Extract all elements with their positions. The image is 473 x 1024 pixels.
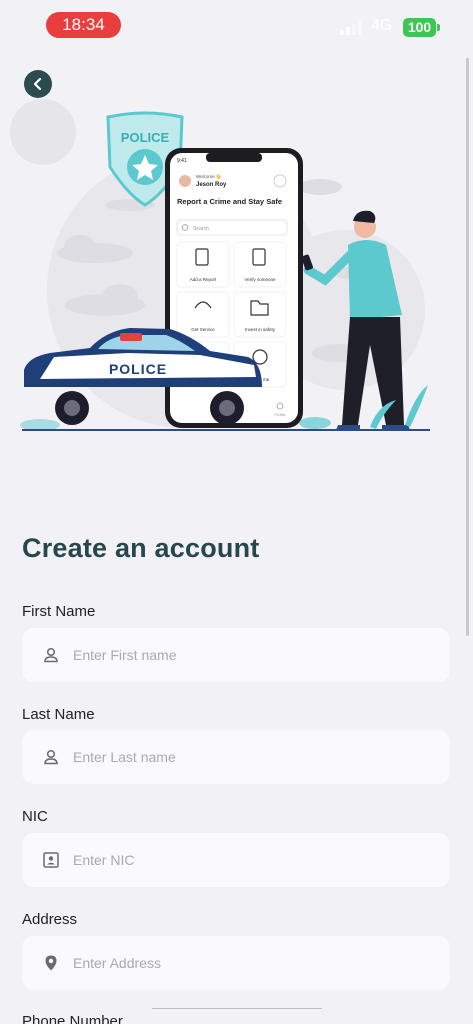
phone-number-label: Phone Number	[22, 1013, 123, 1024]
tile-label: Verify someone	[244, 277, 276, 282]
address-field[interactable]	[22, 936, 450, 990]
phone-search-placeholder: Search	[193, 226, 209, 232]
tile-label: Add a Report	[190, 277, 217, 282]
status-bar: 18:34 4G 100	[0, 0, 473, 50]
id-card-icon	[40, 849, 62, 871]
car-text: POLICE	[109, 361, 167, 377]
badge-text: POLICE	[121, 130, 170, 145]
address-label: Address	[22, 911, 78, 928]
chevron-left-icon	[33, 77, 42, 91]
nic-label: NIC	[22, 808, 48, 825]
hero-illustration: POLICE 9:41 Welcome 👋 Jeson Roy Report a…	[10, 99, 430, 431]
tile-label: Get Service	[191, 327, 215, 332]
last-name-input[interactable]	[73, 749, 413, 765]
scrollbar[interactable]	[466, 58, 469, 636]
first-name-input[interactable]	[73, 647, 413, 663]
first-name-field[interactable]	[22, 628, 450, 682]
last-name-field[interactable]	[22, 730, 450, 784]
address-input[interactable]	[73, 955, 413, 971]
last-name-label: Last Name	[22, 706, 95, 723]
nic-input[interactable]	[73, 852, 413, 868]
tile-label: Invest in safety	[245, 327, 276, 332]
decor-circle	[10, 99, 76, 165]
phone-avatar	[179, 175, 191, 187]
first-name-label: First Name	[22, 603, 96, 620]
status-time: 18:34	[46, 12, 121, 38]
phone-user-name: Jeson Roy	[196, 182, 227, 188]
phone-time: 9:41	[177, 158, 187, 164]
keyboard-divider	[152, 1008, 322, 1009]
page-title: Create an account	[22, 533, 260, 563]
person-icon	[40, 746, 62, 768]
ground-line	[22, 429, 430, 431]
signal-icon	[340, 21, 362, 35]
battery-tip	[437, 24, 440, 31]
phone-headline: Report a Crime and Stay Safe	[177, 197, 282, 206]
battery-icon: 100	[403, 18, 436, 37]
network-type: 4G	[371, 17, 393, 34]
phone-nav-profile: Profile	[274, 412, 286, 417]
person-icon	[40, 644, 62, 666]
back-button[interactable]	[24, 70, 52, 98]
nic-field[interactable]	[22, 833, 450, 887]
location-pin-icon	[40, 952, 62, 974]
